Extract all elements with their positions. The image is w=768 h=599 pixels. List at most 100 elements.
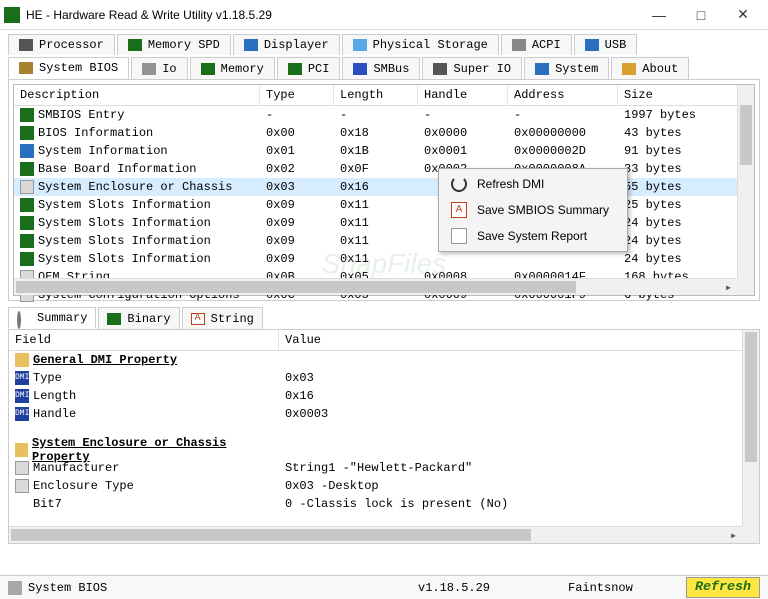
detail-row[interactable]: DMIHandle0x0003 (9, 405, 759, 423)
menu-item-label: Refresh DMI (477, 177, 544, 191)
tab-displayer[interactable]: Displayer (233, 34, 340, 55)
scroll-thumb[interactable] (740, 105, 752, 165)
table-row[interactable]: Base Board Information0x020x0F0x00020x00… (14, 160, 754, 178)
field-value: 0x03 -Desktop (279, 479, 759, 493)
cell-length: 0x11 (334, 195, 418, 215)
dmi-icon: DMI (15, 389, 29, 403)
row-icon (20, 252, 34, 266)
tab-label: About (642, 62, 678, 76)
detail-row[interactable]: DMIType0x03 (9, 369, 759, 387)
tab-label: Processor (39, 38, 104, 52)
table-row[interactable]: System Information0x010x1B0x00010x000000… (14, 142, 754, 160)
table-row[interactable]: System Slots Information0x090x1125 bytes (14, 196, 754, 214)
list-header: Description Type Length Handle Address S… (14, 85, 754, 106)
maximize-button[interactable]: □ (680, 1, 722, 29)
detail-row[interactable]: General DMI Property (9, 351, 759, 369)
cell-size: 43 bytes (618, 123, 754, 143)
table-row[interactable]: BIOS Information0x000x180x00000x00000000… (14, 124, 754, 142)
detail-tabstrip: Summary Binary A String (8, 307, 760, 329)
col-size[interactable]: Size (618, 85, 754, 105)
tab-physical-storage[interactable]: Physical Storage (342, 34, 499, 55)
tab-memory-spd[interactable]: Memory SPD (117, 34, 231, 55)
detail-row[interactable]: ManufacturerString1 -"Hewlett-Packard" (9, 459, 759, 477)
col-value[interactable]: Value (279, 330, 759, 350)
cell-length: 0x18 (334, 123, 418, 143)
tab-system[interactable]: System (524, 57, 609, 79)
tab-usb[interactable]: USB (574, 34, 638, 55)
string-icon: A (191, 313, 205, 325)
scroll-corner (737, 278, 754, 295)
table-row[interactable]: System Slots Information0x090x1124 bytes (14, 250, 754, 268)
cell-size: 55 bytes (618, 177, 754, 197)
cell-size: 24 bytes (618, 213, 754, 233)
col-description[interactable]: Description (14, 85, 260, 105)
col-type[interactable]: Type (260, 85, 334, 105)
field-label: Enclosure Type (33, 479, 134, 493)
table-row[interactable]: System Slots Information0x090x1124 bytes (14, 232, 754, 250)
horizontal-scrollbar[interactable]: ▸ (14, 278, 737, 295)
property-icon (15, 479, 29, 493)
detail-row[interactable]: DMILength0x16 (9, 387, 759, 405)
field-value: 0x16 (279, 389, 759, 403)
binary-icon (107, 313, 121, 325)
close-button[interactable]: ✕ (722, 1, 764, 29)
table-row[interactable]: SMBIOS Entry----1997 bytes (14, 106, 754, 124)
minimize-button[interactable]: — (638, 1, 680, 29)
scroll-right-icon[interactable]: ▸ (725, 527, 742, 544)
tab-label: String (211, 312, 254, 326)
vertical-scrollbar[interactable] (742, 330, 759, 526)
cell-description: System Enclosure or Chassis (38, 180, 232, 194)
menu-item-save-system-report[interactable]: Save System Report (441, 223, 625, 249)
tab-about[interactable]: About (611, 57, 689, 79)
sys-icon (535, 63, 549, 75)
tab-system-bios[interactable]: System BIOS (8, 57, 129, 79)
scroll-corner (742, 526, 759, 543)
col-handle[interactable]: Handle (418, 85, 508, 105)
cell-length: 0x1B (334, 141, 418, 161)
cell-length: 0x11 (334, 213, 418, 233)
col-field[interactable]: Field (9, 330, 279, 350)
tab-smbus[interactable]: SMBus (342, 57, 420, 79)
detail-tab-string[interactable]: A String (182, 307, 263, 329)
detail-tab-summary[interactable]: Summary (8, 307, 96, 329)
field-label: General DMI Property (33, 353, 177, 367)
status-author: Faintsnow (568, 581, 686, 595)
scroll-thumb[interactable] (745, 332, 757, 462)
report-icon (451, 228, 467, 244)
cell-handle: 0x0001 (418, 141, 508, 161)
tab-acpi[interactable]: ACPI (501, 34, 572, 55)
horizontal-scrollbar[interactable]: ▸ (9, 526, 742, 543)
tab-io[interactable]: Io (131, 57, 187, 79)
tab-super-io[interactable]: Super IO (422, 57, 522, 79)
detail-tab-binary[interactable]: Binary (98, 307, 179, 329)
tab-label: Binary (127, 312, 170, 326)
cell-address: 0x00000000 (508, 123, 618, 143)
cell-length: 0x0F (334, 159, 418, 179)
pci-icon (288, 63, 302, 75)
row-icon (20, 180, 34, 194)
row-icon (20, 126, 34, 140)
scroll-thumb[interactable] (11, 529, 531, 541)
smbios-list: Description Type Length Handle Address S… (13, 84, 755, 296)
table-row[interactable]: System Enclosure or Chassis0x030x1655 by… (14, 178, 754, 196)
table-row[interactable]: System Slots Information0x090x1124 bytes (14, 214, 754, 232)
tab-pci[interactable]: PCI (277, 57, 341, 79)
menu-item-save-smbios-summary[interactable]: ASave SMBIOS Summary (441, 197, 625, 223)
tab-label: Summary (37, 311, 87, 325)
chip-icon (19, 39, 33, 51)
detail-row[interactable]: Bit70 -Classis lock is present (No) (9, 495, 759, 513)
col-length[interactable]: Length (334, 85, 418, 105)
scroll-right-icon[interactable]: ▸ (720, 279, 737, 296)
scroll-thumb[interactable] (16, 281, 576, 293)
menu-item-refresh-dmi[interactable]: Refresh DMI (441, 171, 625, 197)
refresh-button[interactable]: Refresh (686, 577, 760, 598)
tab-memory[interactable]: Memory (190, 57, 275, 79)
detail-row[interactable]: Enclosure Type 0x03 -Desktop (9, 477, 759, 495)
status-bar: System BIOS v1.18.5.29 Faintsnow Refresh (0, 575, 768, 599)
detail-row[interactable]: System Enclosure or Chassis Property (9, 441, 759, 459)
vertical-scrollbar[interactable] (737, 85, 754, 278)
summary-icon: A (451, 202, 467, 218)
col-address[interactable]: Address (508, 85, 618, 105)
tab-processor[interactable]: Processor (8, 34, 115, 55)
cell-description: System Slots Information (38, 198, 211, 212)
